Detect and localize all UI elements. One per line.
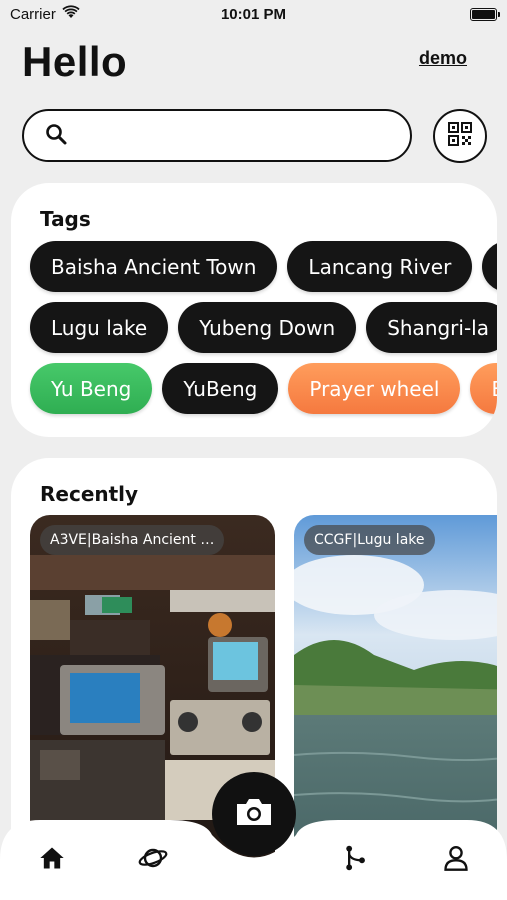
nav-share[interactable] [335,840,375,880]
tags-title: Tags [40,207,91,231]
tag-chip[interactable]: Baisha Ancient Town [30,241,278,292]
camera-button[interactable] [212,772,296,856]
nav-profile[interactable] [436,840,476,880]
tag-row-1: Baisha Ancient Town Lancang River Yu [30,241,497,292]
tag-chip[interactable]: Yu Beng [30,363,153,414]
username-link[interactable]: demo [419,48,467,69]
search-input[interactable] [80,111,410,160]
recent-item-label: A3VE|Baisha Ancient … [40,525,225,555]
greeting-title: Hello [22,38,128,85]
search-bar[interactable] [22,109,412,162]
tag-row-2: Lugu lake Yubeng Down Shangri-la [30,302,497,353]
carrier-label: Carrier [10,5,56,23]
recent-title: Recently [40,482,139,506]
tags-card: Tags Baisha Ancient Town Lancang River Y… [11,183,497,437]
profile-icon [442,844,470,876]
tag-chip[interactable]: YuBeng [162,363,279,414]
planet-icon [137,842,169,878]
home-icon [38,844,66,876]
tag-chip[interactable]: Prayer wheel [288,363,461,414]
tag-chip[interactable]: Lugu lake [30,302,169,353]
tag-chip[interactable]: Bala [470,363,497,414]
camera-icon [234,796,274,832]
status-left: Carrier [10,5,80,23]
nav-explore[interactable] [133,840,173,880]
tag-row-3: Yu Beng YuBeng Prayer wheel Bala [30,363,497,414]
search-icon [44,122,68,150]
battery-icon [470,7,500,21]
nav-home[interactable] [32,840,72,880]
share-icon [341,844,369,876]
tag-chip[interactable]: Lancang River [287,241,473,292]
tag-chip[interactable]: Yu [482,241,497,292]
qr-scan-button[interactable] [433,109,487,163]
status-bar: Carrier 10:01 PM [0,0,507,28]
wifi-icon [62,5,80,23]
qr-code-icon [448,122,472,150]
tag-chip[interactable]: Yubeng Down [178,302,357,353]
recent-item-label: CCGF|Lugu lake [304,525,435,555]
tag-chip[interactable]: Shangri-la [366,302,497,353]
